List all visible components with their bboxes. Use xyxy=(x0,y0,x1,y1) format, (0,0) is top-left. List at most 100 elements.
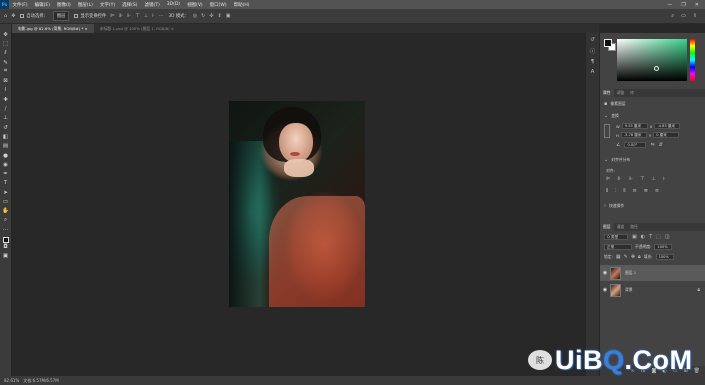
ps-logo-icon[interactable]: Ps xyxy=(0,0,9,9)
rectangle-tool-icon[interactable]: ▭ xyxy=(2,197,10,206)
link-icon[interactable] xyxy=(604,124,610,138)
eraser-tool-icon[interactable]: ◧ xyxy=(2,132,10,141)
tab-paths[interactable]: 路径 xyxy=(627,224,641,230)
lock-all-icon[interactable]: 🔒︎ xyxy=(638,254,641,260)
tab-document-inactive[interactable]: 未标题-1.psd @ 100% (图层 1, RGB/8) × xyxy=(94,24,180,33)
blend-mode-dropdown[interactable]: 正常 xyxy=(604,244,632,250)
lasso-tool-icon[interactable]: ℓ xyxy=(2,49,10,58)
visibility-eye-icon[interactable]: ◉ xyxy=(600,287,610,293)
lock-pixels-icon[interactable]: ▦ xyxy=(616,254,621,260)
w-field[interactable]: 9.55 厘米 xyxy=(621,123,648,129)
filter-shape-icon[interactable]: ⬚ xyxy=(656,234,661,240)
x-field[interactable]: -4.83 厘米 xyxy=(654,123,681,129)
tab-document-active[interactable]: 电影.jpg @ 82.6% (背景, RGB/8#) * × xyxy=(12,24,94,33)
layer-kind-filter[interactable]: Q 类型 xyxy=(604,234,628,240)
quick-actions-header[interactable]: › 快速操作 xyxy=(604,203,624,209)
quick-select-tool-icon[interactable]: ✎ xyxy=(2,58,10,67)
drag-3d-icon[interactable]: ✣ xyxy=(209,13,213,19)
brush-tool-icon[interactable]: ∕ xyxy=(2,104,10,113)
visibility-eye-icon[interactable]: ◉ xyxy=(600,270,610,276)
color-picker-handle[interactable] xyxy=(654,66,659,71)
blur-tool-icon[interactable]: ● xyxy=(2,151,10,160)
character-panel-icon[interactable]: A xyxy=(591,69,595,75)
tab-close-icon[interactable]: × xyxy=(83,26,88,31)
tab-channels[interactable]: 通道 xyxy=(614,224,628,230)
minimize-icon[interactable]: — xyxy=(667,2,672,8)
tab-libraries[interactable]: 库 xyxy=(627,90,637,96)
menu-window[interactable]: 窗口(W) xyxy=(206,2,230,8)
distribute-top-icon[interactable]: ≡ xyxy=(632,188,636,194)
menu-help[interactable]: 帮助(H) xyxy=(230,2,253,8)
menu-select[interactable]: 选择(S) xyxy=(119,2,141,8)
tab-adjustments[interactable]: 调整 xyxy=(614,90,628,96)
align-bottom-edges-icon[interactable]: ⊦ xyxy=(663,176,666,182)
layer-row-background[interactable]: ◉ 背景 🔒︎ xyxy=(600,282,705,298)
menu-file[interactable]: 文件(F) xyxy=(9,2,31,8)
flip-vertical-icon[interactable]: ⇵ xyxy=(659,142,663,148)
distribute-right-icon[interactable]: ⫴ xyxy=(623,188,625,194)
transform-checkbox[interactable] xyxy=(74,13,79,18)
menu-3d[interactable]: 3D(D) xyxy=(163,2,183,7)
screen-mode-icon[interactable]: ▣ xyxy=(2,252,10,261)
share-icon[interactable]: ⇪ xyxy=(693,13,697,19)
auto-select-checkbox[interactable] xyxy=(20,13,25,18)
home-icon[interactable]: ⌂ xyxy=(4,13,7,19)
distribute-center-icon[interactable]: ⫶ xyxy=(615,188,616,194)
align-middle-icon[interactable]: ⊥ xyxy=(144,13,148,19)
align-center-icon[interactable]: ⊪ xyxy=(119,13,123,19)
more-options-icon[interactable]: ··· xyxy=(159,13,164,19)
menu-layer[interactable]: 图层(L) xyxy=(74,2,96,8)
tab-properties[interactable]: 属性 xyxy=(600,89,614,97)
lock-paint-icon[interactable]: ✎ xyxy=(624,254,628,260)
workspace-icon[interactable]: ▭ xyxy=(681,13,686,19)
type-tool-icon[interactable]: T xyxy=(2,179,10,188)
align-top-edges-icon[interactable]: ⊤ xyxy=(640,176,644,182)
maximize-icon[interactable]: ❐ xyxy=(681,2,685,8)
crop-tool-icon[interactable]: ⌗ xyxy=(2,67,10,76)
filter-smart-icon[interactable]: ◫ xyxy=(665,234,670,240)
align-header[interactable]: ⌄ 对齐并分布 xyxy=(604,157,630,163)
menu-edit[interactable]: 编辑(E) xyxy=(31,2,53,8)
roll-3d-icon[interactable]: ↻ xyxy=(201,13,205,19)
document-info[interactable]: 文档:6.57M/6.57M xyxy=(19,378,58,384)
slide-3d-icon[interactable]: ⇕ xyxy=(218,13,222,19)
history-panel-icon[interactable]: ↺ xyxy=(590,37,595,43)
auto-select-dropdown[interactable]: 图层 xyxy=(52,11,70,21)
distribute-bottom-icon[interactable]: ≡ xyxy=(655,188,659,194)
align-left-edges-icon[interactable]: ⊫ xyxy=(606,176,610,182)
angle-field[interactable]: 0.00° xyxy=(624,142,647,148)
color-field[interactable] xyxy=(617,39,687,81)
dodge-tool-icon[interactable]: ◉ xyxy=(2,160,10,169)
menu-view[interactable]: 视图(V) xyxy=(184,2,207,8)
paragraph-panel-icon[interactable]: ¶ xyxy=(591,59,595,65)
menu-type[interactable]: 文字(Y) xyxy=(96,2,118,8)
align-bottom-icon[interactable]: ⊦ xyxy=(152,13,155,19)
hue-slider[interactable] xyxy=(690,39,695,81)
align-right-edges-icon[interactable]: ⊩ xyxy=(629,176,633,182)
healing-tool-icon[interactable]: ✚ xyxy=(2,95,10,104)
menu-image[interactable]: 图像(I) xyxy=(53,2,74,8)
move-tool-icon[interactable]: ✥ xyxy=(2,30,10,39)
path-select-tool-icon[interactable]: ➤ xyxy=(2,188,10,197)
layer-row-1[interactable]: ◉ 图层 1 xyxy=(600,265,705,281)
orbit-3d-icon[interactable]: ◎ xyxy=(193,13,197,19)
more-tools-icon[interactable]: ··· xyxy=(2,225,10,234)
scale-3d-icon[interactable]: ▣ xyxy=(226,13,231,19)
flip-horizontal-icon[interactable]: ⇋ xyxy=(650,142,654,148)
close-icon[interactable]: ✕ xyxy=(695,2,699,8)
pen-tool-icon[interactable]: ✒ xyxy=(2,169,10,178)
filter-type-icon[interactable]: T xyxy=(649,234,652,240)
info-panel-icon[interactable]: ⓘ xyxy=(590,47,596,55)
marquee-tool-icon[interactable]: ⬚ xyxy=(2,39,10,48)
frame-tool-icon[interactable]: ⊠ xyxy=(2,76,10,85)
document-canvas-image[interactable] xyxy=(229,101,365,307)
stamp-tool-icon[interactable]: ⊥ xyxy=(2,114,10,123)
align-left-icon[interactable]: ⊫ xyxy=(110,13,114,19)
align-h-centers-icon[interactable]: ⊪ xyxy=(617,176,621,182)
fill-field[interactable]: 100% xyxy=(655,254,674,260)
transform-header[interactable]: ⌄ 变换 xyxy=(604,113,619,119)
align-top-icon[interactable]: ⊤ xyxy=(135,13,139,19)
filter-pixel-icon[interactable]: ▣ xyxy=(632,234,637,240)
move-icon[interactable]: ✥ xyxy=(11,13,15,19)
menu-filter[interactable]: 滤镜(T) xyxy=(141,2,163,8)
